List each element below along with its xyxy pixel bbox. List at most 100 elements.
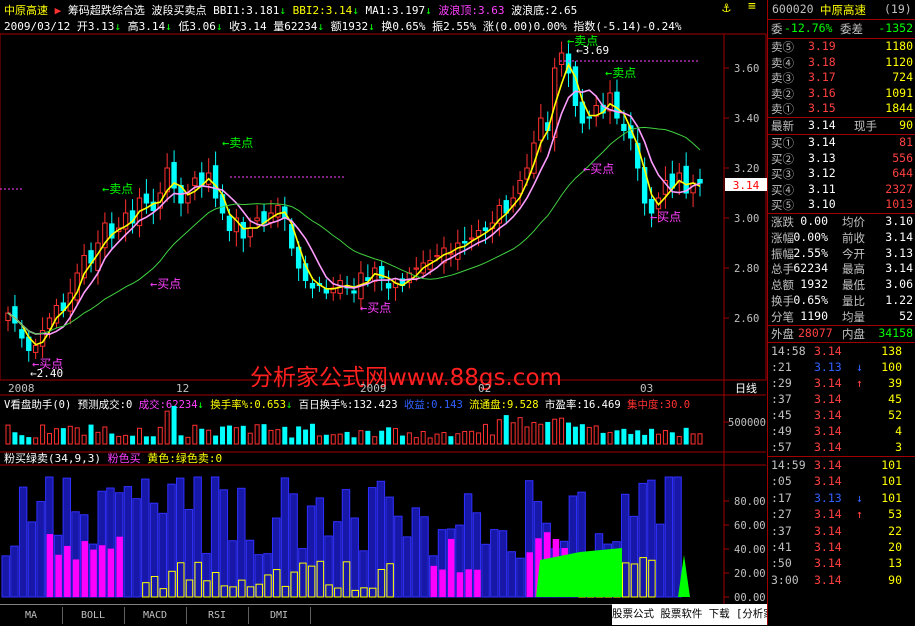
- quote-title: 600020 中原高速 (19): [768, 2, 915, 18]
- volume-bar: [33, 437, 39, 445]
- ask-label: 卖②: [771, 86, 794, 101]
- tick-price: 3.14: [814, 392, 842, 406]
- indicator-bar-blue: [420, 516, 429, 598]
- stat-row: 总额 1932 最低 3.06: [768, 277, 915, 293]
- bid-label: 买②: [771, 151, 794, 166]
- volume-bar: [330, 434, 336, 445]
- volume-bar: [393, 428, 399, 445]
- volume-bar: [351, 437, 357, 445]
- volume-bar: [655, 433, 661, 445]
- indicator-axis: 80.00 60.00 40.00 20.00 00.00: [724, 496, 766, 604]
- tab-boll[interactable]: BOLL: [62, 607, 125, 624]
- candle-body: [697, 178, 703, 184]
- main-chart[interactable]: 3.60 3.40 3.20 3.00 2.80 2.60 3.14 ←卖点 ←卖点 ←卖…: [0, 0, 767, 604]
- volume-axis-label: 500000: [728, 417, 766, 429]
- ask-row[interactable]: 卖② 3.16 1091: [768, 86, 915, 102]
- volume-panel-header: V看盘助手(0) 预测成交:0 成交:62234↓ 换手率%:0.653↓ 百日…: [4, 398, 690, 411]
- volume-bar: [552, 418, 558, 445]
- tick-row: :45 3.14 52: [768, 408, 915, 424]
- ask-row[interactable]: 卖③ 3.17 724: [768, 70, 915, 86]
- period-label[interactable]: 日线: [735, 381, 757, 395]
- ask-row[interactable]: 卖① 3.15 1844: [768, 101, 915, 117]
- volume-bar: [697, 433, 703, 445]
- volume-bar: [247, 432, 253, 445]
- bid-row[interactable]: 买② 3.13 556: [768, 151, 915, 167]
- price-axis: 3.60 3.40 3.20 3.00 2.80 2.60: [724, 63, 759, 325]
- volume-bar: [40, 424, 46, 445]
- indicator-bar-pink: [55, 554, 62, 597]
- tick-volume: 22: [888, 523, 902, 538]
- tab-ma[interactable]: MA: [0, 607, 63, 624]
- volume-bar: [240, 425, 246, 445]
- stat-value: 3.14: [885, 261, 913, 276]
- outer-inner-row: 外盘 28077 内盘 34158: [771, 326, 913, 341]
- indicator-bar-pink: [98, 545, 106, 597]
- stat-label: 涨跌: [771, 215, 794, 229]
- volume-bar: [572, 426, 578, 445]
- bid-price: 3.12: [808, 166, 836, 181]
- volume-bar: [406, 432, 412, 445]
- volume-bar: [469, 430, 475, 445]
- stat-value: 3.13: [885, 245, 913, 260]
- indicator-bar-pink: [430, 565, 438, 597]
- volume-bar: [220, 426, 226, 445]
- candle-body: [413, 267, 419, 270]
- price-axis-label: 2.80: [734, 263, 759, 275]
- volume-bar: [413, 437, 419, 445]
- ask-row[interactable]: 卖④ 3.18 1120: [768, 55, 915, 71]
- bid-price: 3.14: [808, 135, 836, 149]
- indicator-bar-blue: [516, 557, 525, 598]
- candle-body: [19, 329, 25, 339]
- price-axis-label: 3.40: [734, 113, 759, 125]
- candle-body: [226, 215, 233, 232]
- indicator-bar-blue: [1, 555, 10, 598]
- bid-volume: 1013: [885, 197, 913, 212]
- volume-bar: [19, 435, 25, 445]
- bid-volume: 644: [892, 166, 913, 181]
- volume-bar: [303, 429, 309, 445]
- tick-price: 3.14: [814, 344, 842, 358]
- tick-volume: 45: [888, 392, 902, 406]
- bid-row[interactable]: 买③ 3.12 644: [768, 166, 915, 182]
- tab-macd[interactable]: MACD: [124, 607, 187, 624]
- volume-bar: [233, 427, 239, 445]
- volume-bar: [323, 434, 329, 445]
- ask-row[interactable]: 卖⑤ 3.19 1180: [768, 39, 915, 55]
- price-axis-label: 3.00: [734, 213, 759, 225]
- stat-label: 今开: [842, 246, 865, 261]
- tab-dmi[interactable]: DMI: [248, 607, 311, 624]
- volume-bar: [213, 435, 219, 445]
- tick-arrow-icon: ↓: [856, 360, 863, 374]
- tick-price: 3.14: [814, 408, 842, 422]
- indicator-bar-pink: [46, 534, 54, 597]
- indicator-bars: [1, 476, 690, 598]
- bid-row[interactable]: 买④ 3.11 2327: [768, 182, 915, 198]
- bid-price: 3.11: [808, 181, 836, 196]
- tick-price: 3.13: [814, 360, 842, 374]
- bid-row[interactable]: 买⑤ 3.10 1013: [768, 197, 915, 213]
- weibi-row: 委 -12.76% 委差 -1352: [771, 21, 913, 36]
- tick-row: :57 3.14 3: [768, 440, 915, 456]
- candle-body: [538, 117, 544, 141]
- buy-signal: ←买点: [150, 277, 181, 291]
- volume-bar: [289, 437, 295, 445]
- volume-bar: [531, 421, 537, 445]
- indicator-bar-pink: [64, 545, 71, 597]
- candle-body: [212, 165, 219, 199]
- tick-volume: 138: [881, 344, 902, 358]
- volume-bar: [386, 427, 392, 445]
- bid-row[interactable]: 买① 3.14 81: [768, 135, 915, 151]
- volume-bar: [157, 426, 163, 445]
- candle-body: [517, 180, 523, 194]
- stat-value: 0.00%: [793, 229, 828, 244]
- tick-time: :27: [771, 507, 792, 522]
- indicator-bar-pink: [456, 572, 464, 597]
- high-price-label: ←3.69: [576, 44, 609, 57]
- candle-body: [32, 345, 39, 353]
- tick-row: :49 3.14 4: [768, 424, 915, 440]
- tick-row: 14:58 3.14 138: [768, 344, 915, 360]
- tab-rsi[interactable]: RSI: [186, 607, 249, 624]
- volume-bar: [268, 429, 274, 445]
- outer-value: 28077: [798, 326, 833, 340]
- indicator-bar-blue: [158, 512, 167, 598]
